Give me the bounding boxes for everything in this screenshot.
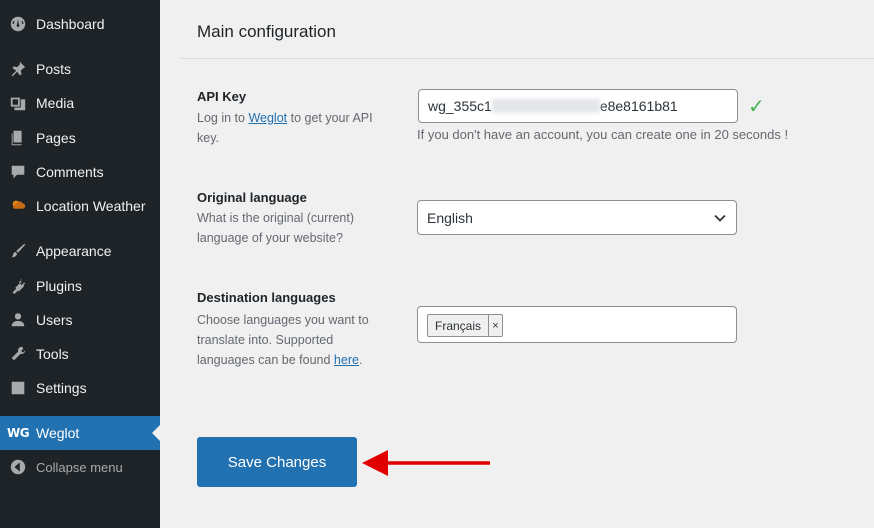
red-arrow-annotation	[362, 450, 490, 476]
weather-icon	[8, 196, 28, 216]
sidebar-item-label: Media	[36, 95, 75, 111]
redacted-key-segment	[491, 99, 600, 113]
sidebar-item-posts[interactable]: Posts	[0, 52, 160, 86]
sidebar-item-label: Settings	[36, 380, 87, 396]
save-changes-button[interactable]: Save Changes	[197, 437, 357, 487]
pushpin-icon	[8, 59, 28, 79]
chevron-down-icon	[714, 214, 726, 222]
sidebar-item-label: Users	[36, 312, 73, 328]
sidebar-item-users[interactable]: Users	[0, 303, 160, 337]
comment-icon	[8, 162, 28, 182]
sidebar-item-location-weather[interactable]: Location Weather	[0, 189, 160, 223]
sidebar-item-label: Location Weather	[36, 198, 146, 214]
api-key-value-start: wg_355c1	[428, 98, 492, 114]
sidebar-item-label: Tools	[36, 346, 69, 362]
page-title: Main configuration	[197, 22, 336, 41]
remove-tag-button[interactable]: ×	[488, 315, 502, 336]
destination-languages-input[interactable]: Français ×	[417, 306, 737, 343]
sidebar-item-label: Comments	[36, 164, 104, 180]
collapse-icon	[8, 457, 28, 477]
sidebar-item-label: Dashboard	[36, 16, 105, 32]
media-icon	[8, 93, 28, 113]
sidebar-item-pages[interactable]: Pages	[0, 121, 160, 155]
api-key-input[interactable]: wg_355c1 e8e8161b81	[418, 89, 738, 123]
original-language-value: English	[427, 209, 473, 226]
api-key-description: Log in to Weglot to get your API key.	[197, 108, 392, 148]
sidebar-item-tools[interactable]: Tools	[0, 337, 160, 371]
plugin-icon	[8, 276, 28, 296]
weglot-login-link[interactable]: Weglot	[248, 111, 287, 125]
collapse-menu-button[interactable]: Collapse menu	[0, 450, 160, 484]
settings-icon	[8, 378, 28, 398]
sidebar-item-settings[interactable]: Settings	[0, 371, 160, 405]
destination-desc-text-end: .	[358, 353, 363, 367]
sidebar-item-dashboard[interactable]: Dashboard	[0, 7, 160, 41]
admin-sidebar: Dashboard Posts Media Pages Comments Loc…	[0, 0, 160, 528]
sidebar-item-label: Plugins	[36, 278, 82, 294]
api-key-hint: If you don't have an account, you can cr…	[417, 127, 789, 142]
language-tag: Français ×	[427, 314, 504, 337]
sidebar-item-weglot[interactable]: WG Weglot	[0, 416, 160, 450]
api-key-desc-text: Log in to	[197, 111, 249, 125]
original-language-select[interactable]: English	[417, 200, 737, 235]
sidebar-item-plugins[interactable]: Plugins	[0, 269, 160, 303]
destination-languages-description: Choose languages you want to translate i…	[197, 310, 392, 370]
sidebar-item-label: Collapse menu	[36, 459, 123, 475]
users-icon	[8, 310, 28, 330]
language-tag-label: Français	[435, 318, 482, 333]
paintbrush-icon	[8, 241, 28, 261]
original-language-label: Original language	[197, 190, 307, 205]
sidebar-item-label: Pages	[36, 130, 76, 146]
api-key-label: API Key	[197, 89, 247, 104]
main-content: Main configuration API Key Log in to Weg…	[160, 0, 874, 528]
supported-languages-link[interactable]: here	[334, 353, 359, 367]
dashboard-icon	[8, 14, 28, 34]
api-key-value-end: e8e8161b81	[599, 98, 678, 114]
original-language-description: What is the original (current) language …	[197, 211, 355, 245]
weglot-logo-icon: WG	[6, 426, 30, 440]
pages-icon	[8, 128, 28, 148]
sidebar-item-media[interactable]: Media	[0, 86, 160, 120]
sidebar-item-label: Appearance	[36, 243, 112, 259]
sidebar-item-label: Posts	[36, 61, 72, 77]
destination-languages-label: Destination languages	[197, 290, 336, 305]
checkmark-icon: ✓	[748, 96, 765, 118]
wrench-icon	[8, 344, 28, 364]
sidebar-item-comments[interactable]: Comments	[0, 155, 160, 189]
sidebar-item-label: Weglot	[36, 425, 80, 441]
title-divider	[180, 58, 874, 59]
sidebar-item-appearance[interactable]: Appearance	[0, 234, 160, 268]
